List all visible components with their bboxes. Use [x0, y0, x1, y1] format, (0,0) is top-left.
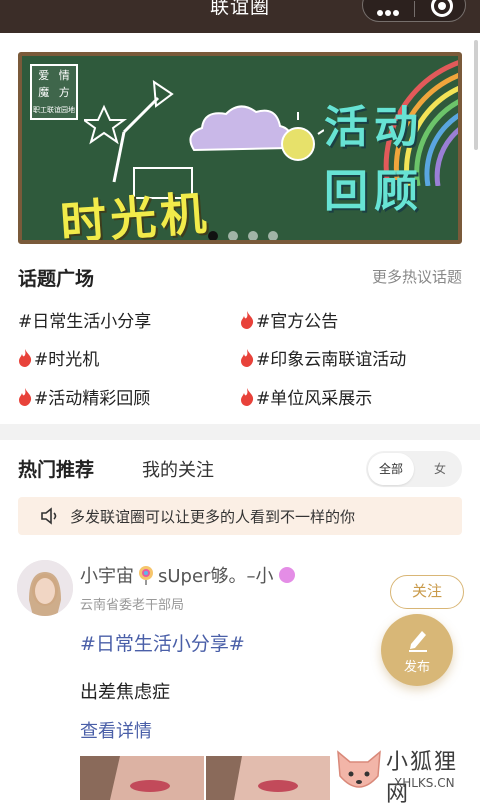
topic-label: #单位风采展示	[256, 389, 373, 409]
tab-hot[interactable]: 热门推荐	[18, 455, 94, 482]
post-author[interactable]: 小宇宙 sUper够。–小	[80, 562, 296, 588]
hot-flame-icon	[241, 348, 254, 367]
follow-button[interactable]: 关注	[390, 575, 464, 609]
section-divider	[0, 424, 480, 440]
verified-badge-icon	[279, 567, 296, 583]
notice-bar: 多发联谊圈可以让更多的人看到不一样的你	[18, 497, 462, 535]
topic-item[interactable]: #官方公告	[240, 307, 338, 332]
logo-char: 爱	[38, 69, 50, 82]
gender-filter: 全部 女	[366, 451, 462, 487]
post-photo[interactable]	[206, 756, 330, 800]
post-topic-tag[interactable]: #日常生活小分享#	[80, 629, 245, 656]
banner-carousel[interactable]: 爱 情 魔 方 职工联谊园地 时光机 活动 回顾	[18, 52, 462, 244]
topics-title: 话题广场	[18, 268, 95, 290]
fox-logo-icon	[337, 750, 381, 788]
carousel-dot[interactable]	[208, 231, 218, 240]
username-part: sUper够。–小	[158, 566, 274, 587]
carousel-indicator	[208, 226, 288, 240]
logo-char: 情	[58, 69, 70, 82]
banner-title-right-line2: 回顾	[324, 166, 424, 217]
logo-subtitle: 职工联谊园地	[33, 106, 75, 114]
lollipop-icon	[139, 566, 153, 585]
view-details-link[interactable]: 查看详情	[80, 717, 152, 743]
hot-flame-icon	[241, 310, 254, 329]
post-text: 出差焦虑症	[80, 682, 170, 703]
scrollbar[interactable]	[474, 40, 478, 150]
hot-flame-icon	[241, 387, 254, 406]
topic-item[interactable]: #活动精彩回顾	[18, 384, 150, 409]
carousel-dot[interactable]	[268, 231, 278, 240]
site-watermark: 小狐狸网 XHLKS.CN	[332, 742, 480, 807]
topic-item[interactable]: #时光机	[18, 345, 99, 370]
filter-all[interactable]: 全部	[368, 453, 414, 485]
author-organization: 云南省委老干部局	[80, 598, 185, 613]
more-icon[interactable]	[377, 1, 403, 16]
close-mini-program-icon[interactable]	[431, 0, 453, 17]
carousel-dot[interactable]	[248, 231, 258, 240]
topic-item[interactable]: #单位风采展示	[240, 384, 372, 409]
hot-flame-icon	[19, 387, 32, 406]
topic-item[interactable]: #日常生活小分享	[18, 307, 151, 332]
topic-label: #活动精彩回顾	[34, 389, 151, 409]
post-photo[interactable]	[80, 756, 204, 800]
banner-title-right: 活动 回顾	[304, 96, 444, 224]
watermark-domain: XHLKS.CN	[394, 776, 455, 790]
filter-female[interactable]: 女	[422, 453, 458, 485]
top-bar: 联谊圈	[0, 0, 480, 33]
capsule-divider	[414, 1, 415, 17]
notice-text: 多发联谊圈可以让更多的人看到不一样的你	[70, 507, 356, 526]
logo-char: 魔	[38, 86, 50, 99]
avatar[interactable]	[17, 560, 73, 616]
topic-label: #官方公告	[256, 312, 339, 332]
more-topics-link[interactable]: 更多热议话题	[372, 266, 462, 287]
username-part: 小宇宙	[80, 566, 134, 587]
logo-char: 方	[58, 86, 70, 99]
topic-label: #时光机	[34, 350, 100, 370]
banner-title-right-line1: 活动	[324, 102, 424, 153]
speaker-icon	[41, 507, 57, 525]
carousel-dot[interactable]	[228, 231, 238, 240]
hot-flame-icon	[19, 348, 32, 367]
topic-label: #日常生活小分享	[18, 312, 152, 332]
brand-logo: 爱 情 魔 方 职工联谊园地	[30, 64, 78, 120]
topic-item[interactable]: #印象云南联谊活动	[240, 345, 406, 370]
tab-follow[interactable]: 我的关注	[142, 456, 214, 482]
pen-icon	[409, 631, 427, 652]
mini-program-capsule	[362, 0, 466, 22]
topic-label: #印象云南联谊活动	[256, 350, 407, 370]
publish-button[interactable]: 发布	[381, 614, 453, 686]
publish-label: 发布	[403, 660, 430, 675]
cloud-sun-illustration	[189, 105, 324, 161]
banner-title-left: 时光机	[58, 185, 212, 244]
